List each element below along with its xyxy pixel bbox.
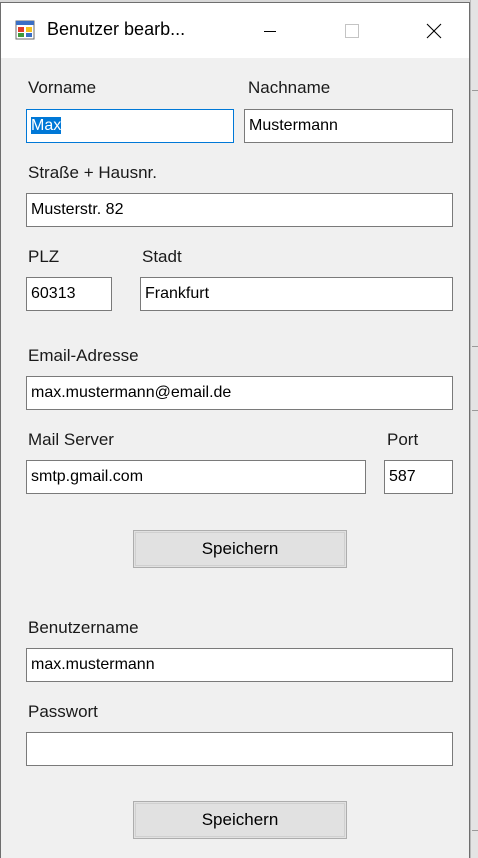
close-icon xyxy=(426,23,442,38)
minimize-button[interactable] xyxy=(247,3,293,58)
window-title: Benutzer bearb... xyxy=(47,19,186,39)
vorname-label: Vorname xyxy=(28,78,97,97)
plz-label: PLZ xyxy=(28,247,60,266)
minimize-icon xyxy=(264,30,276,32)
stadt-label: Stadt xyxy=(142,247,182,266)
background-window-edge xyxy=(470,0,478,858)
maximize-button[interactable] xyxy=(329,3,375,58)
email-label: Email-Adresse xyxy=(28,346,139,365)
strasse-field[interactable]: Musterstr. 82 xyxy=(26,193,453,227)
plz-field[interactable]: 60313 xyxy=(26,277,112,311)
save-button[interactable]: Speichern xyxy=(133,530,347,568)
port-field[interactable]: 587 xyxy=(384,460,453,494)
passwort-field[interactable] xyxy=(26,732,453,766)
port-label: Port xyxy=(387,430,419,449)
maximize-icon xyxy=(345,23,359,38)
close-button[interactable] xyxy=(411,3,457,58)
form-app-icon xyxy=(15,20,35,40)
email-field[interactable]: max.mustermann@email.de xyxy=(26,376,453,410)
benutzername-field[interactable]: max.mustermann xyxy=(26,648,453,682)
passwort-label: Passwort xyxy=(28,702,98,721)
stadt-field[interactable]: Frankfurt xyxy=(140,277,453,311)
background-separator xyxy=(472,830,478,831)
nachname-label: Nachname xyxy=(248,78,331,97)
vorname-value: Max xyxy=(31,117,62,134)
title-bar[interactable]: Benutzer bearb... xyxy=(1,3,469,58)
background-separator xyxy=(472,90,478,91)
mail-server-label: Mail Server xyxy=(28,430,114,449)
benutzername-label: Benutzername xyxy=(28,618,139,637)
background-separator xyxy=(472,346,478,347)
strasse-label: Straße + Hausnr. xyxy=(28,163,157,182)
nachname-field[interactable]: Mustermann xyxy=(244,109,453,143)
vorname-field[interactable]: Max xyxy=(26,109,234,143)
save-credentials-button[interactable]: Speichern xyxy=(133,801,347,839)
mail-server-field[interactable]: smtp.gmail.com xyxy=(26,460,366,494)
background-separator xyxy=(472,410,478,411)
